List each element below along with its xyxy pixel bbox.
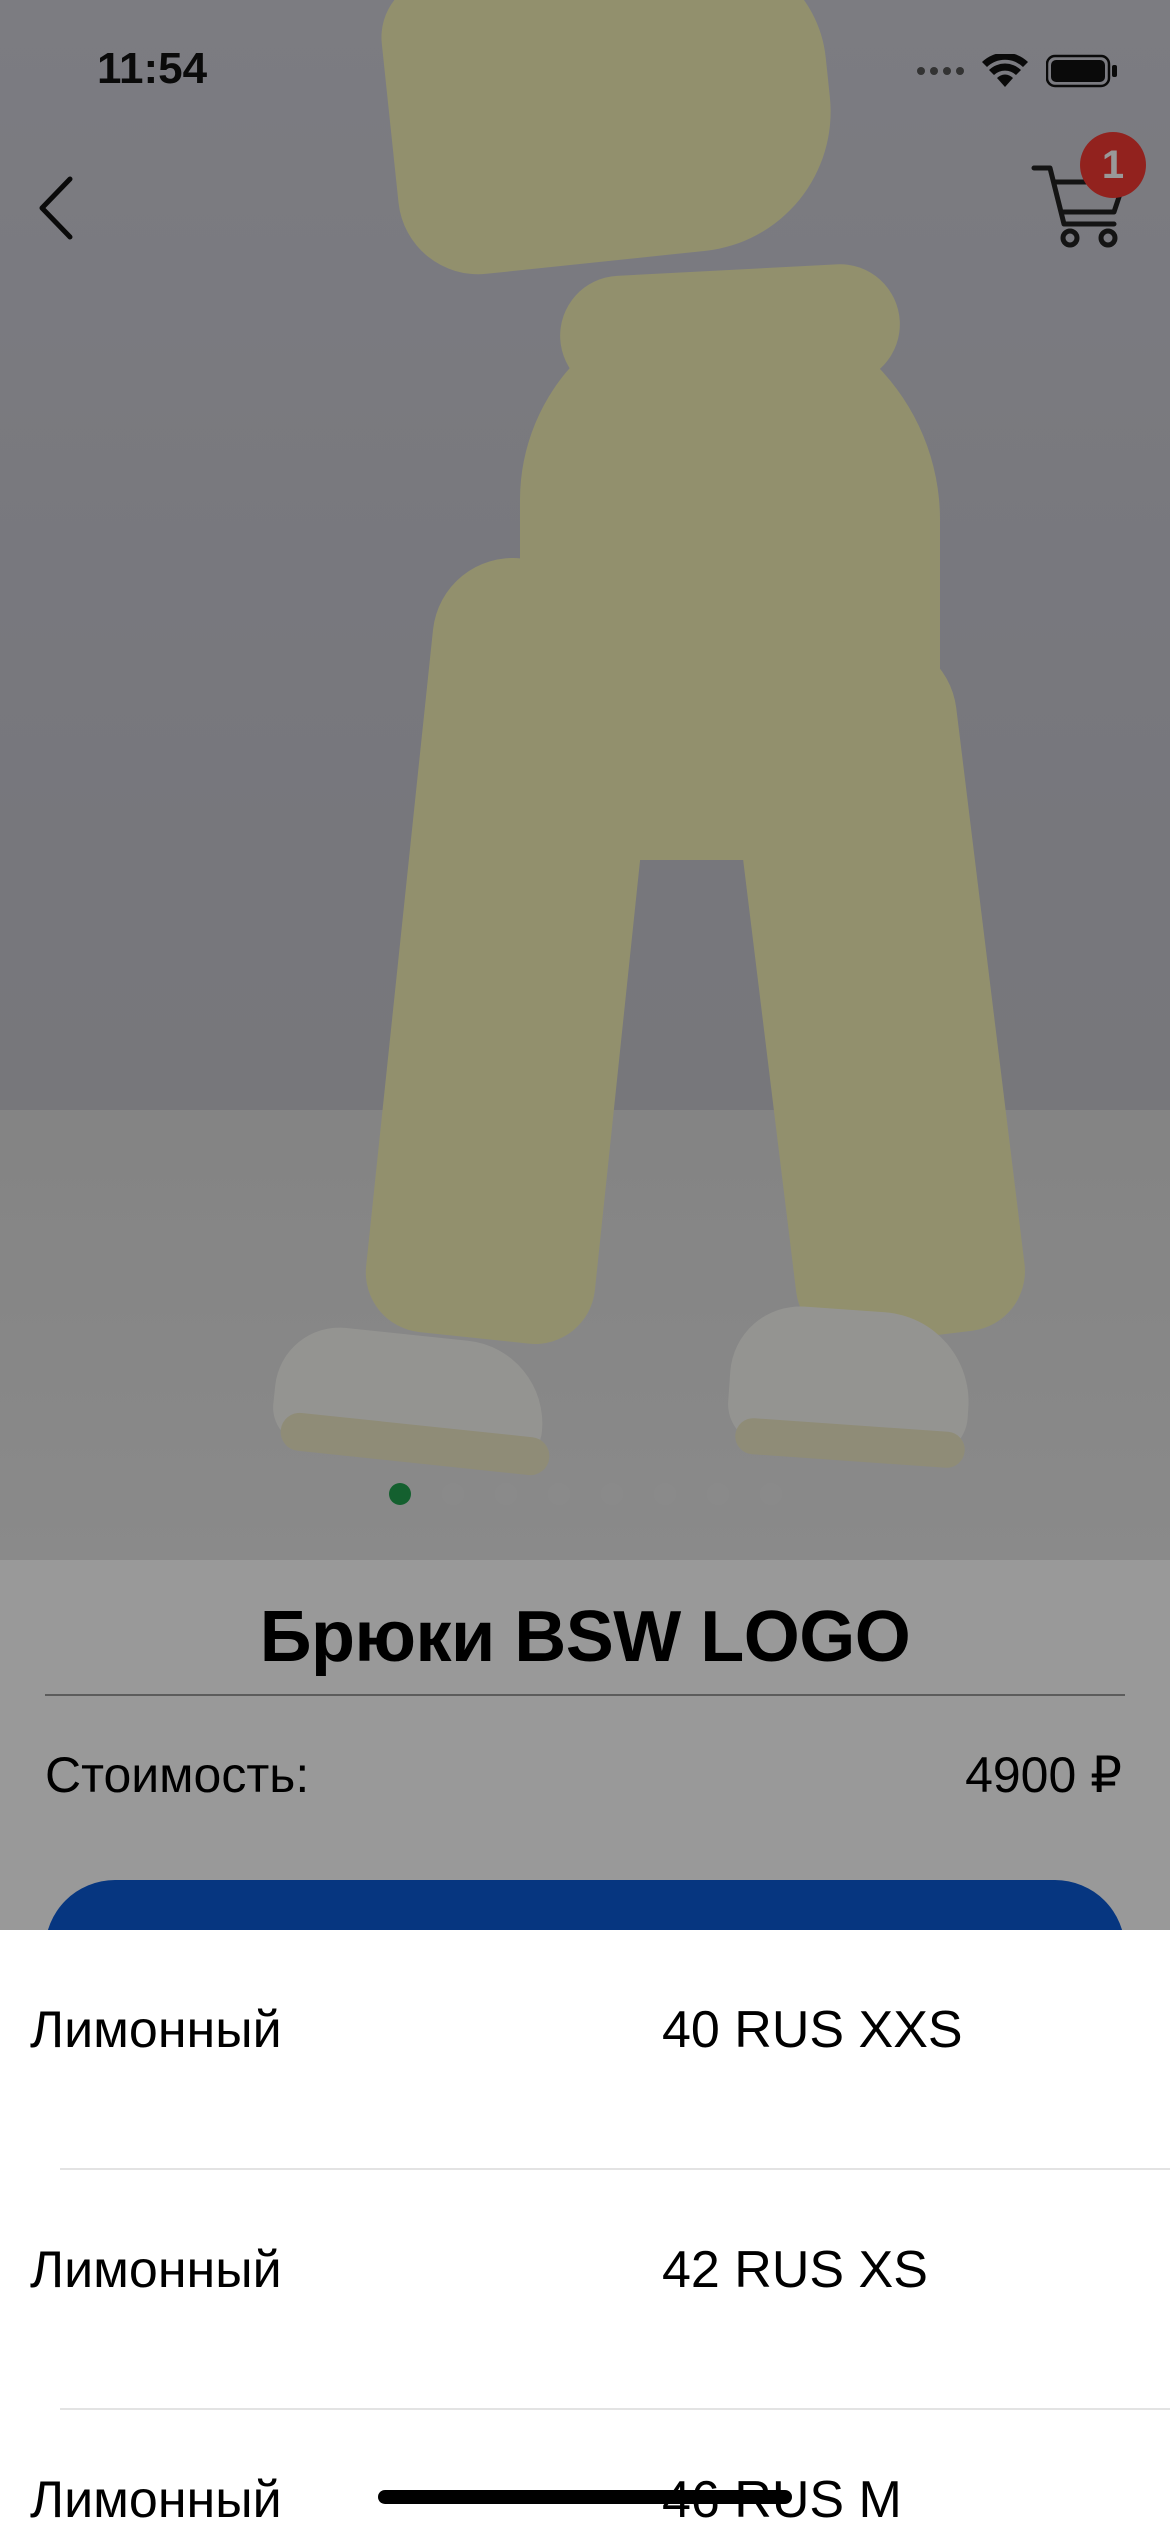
page-dot[interactable] [547,1483,570,1505]
option-size: 40 RUS XXS [662,2001,963,2059]
page-dot-active[interactable] [388,1483,411,1505]
page-dot[interactable] [494,1483,517,1505]
option-color: Лимонный [30,2241,282,2299]
gallery-page-indicator[interactable] [0,1483,1170,1505]
size-option-row[interactable]: Лимонный 40 RUS XXS [0,1930,1170,2170]
home-indicator[interactable] [378,2490,792,2504]
page-dot[interactable] [600,1483,623,1505]
page-dot[interactable] [653,1483,676,1505]
cellular-signal-icon [917,67,964,75]
product-photo[interactable] [0,0,1170,1560]
wifi-icon [982,54,1028,87]
cart-count-badge: 1 [1080,132,1146,198]
status-time: 11:54 [97,44,208,93]
price-value: 4900 ₽ [965,1747,1122,1803]
page-dot[interactable] [759,1483,782,1505]
chevron-left-icon [39,176,73,240]
size-option-row[interactable]: Лимонный 46 RUS M [0,2410,1170,2532]
title-divider [45,1694,1125,1696]
page-dot[interactable] [706,1483,729,1505]
option-color: Лимонный [30,2001,282,2059]
size-picker-sheet: Лимонный 40 RUS XXS Лимонный 42 RUS XS Л… [0,1930,1170,2532]
page-dot[interactable] [441,1483,464,1505]
battery-icon [1046,54,1117,88]
price-label: Стоимость: [45,1747,310,1803]
size-option-row[interactable]: Лимонный 42 RUS XS [0,2170,1170,2410]
option-color: Лимонный [30,2471,282,2529]
product-title: Брюки BSW LOGO [259,1597,911,1677]
product-screen: 11:54 1 Брюки BSW LOGO Стоимость: 4900 ₽… [0,0,1170,2532]
option-size: 42 RUS XS [662,2241,928,2299]
back-button[interactable] [26,168,86,248]
status-icons [917,54,1118,88]
